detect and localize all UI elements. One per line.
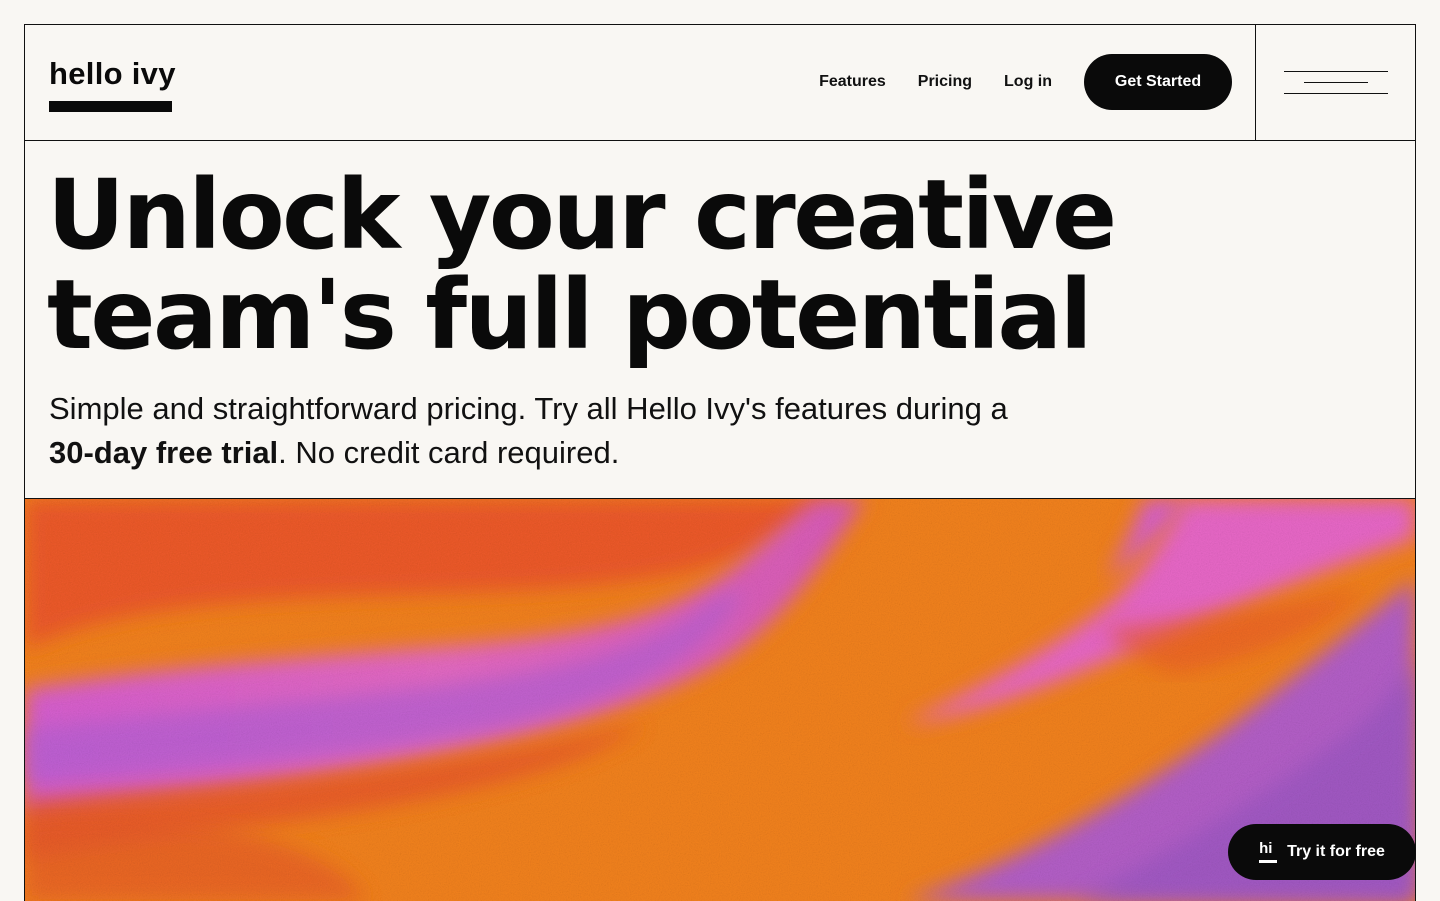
- page-frame: hello ivy Features Pricing Log in Get St…: [24, 24, 1416, 901]
- logo-underline-bar: [49, 101, 172, 112]
- main-nav: Features Pricing Log in Get Started: [819, 54, 1232, 110]
- get-started-button[interactable]: Get Started: [1084, 54, 1232, 110]
- subtitle-bold-trial: 30-day free trial: [49, 435, 279, 470]
- nav-link-login[interactable]: Log in: [1004, 54, 1052, 110]
- brand-logo[interactable]: hello ivy: [49, 57, 176, 91]
- headline-line-1: Unlock your creative: [47, 159, 1117, 271]
- try-it-free-button[interactable]: hi Try it for free: [1228, 824, 1416, 880]
- hamburger-menu-icon[interactable]: [1284, 71, 1388, 95]
- try-it-free-label: Try it for free: [1287, 843, 1385, 860]
- hero-section: Unlock your creative team's full potenti…: [25, 141, 1415, 499]
- subtitle-text-2: . No credit card required.: [278, 435, 620, 470]
- hero-headline: Unlock your creative team's full potenti…: [47, 165, 1347, 365]
- site-header: hello ivy Features Pricing Log in Get St…: [25, 25, 1415, 141]
- nav-link-features[interactable]: Features: [819, 54, 886, 110]
- hi-logo-icon: hi: [1259, 841, 1278, 863]
- nav-link-pricing[interactable]: Pricing: [918, 54, 972, 110]
- hero-subtitle: Simple and straightforward pricing. Try …: [49, 387, 1009, 475]
- menu-cell: [1255, 25, 1415, 140]
- hero-art-image: [25, 499, 1415, 901]
- headline-line-2: team's full potential: [47, 259, 1093, 371]
- subtitle-text-1: Simple and straightforward pricing. Try …: [49, 391, 1008, 426]
